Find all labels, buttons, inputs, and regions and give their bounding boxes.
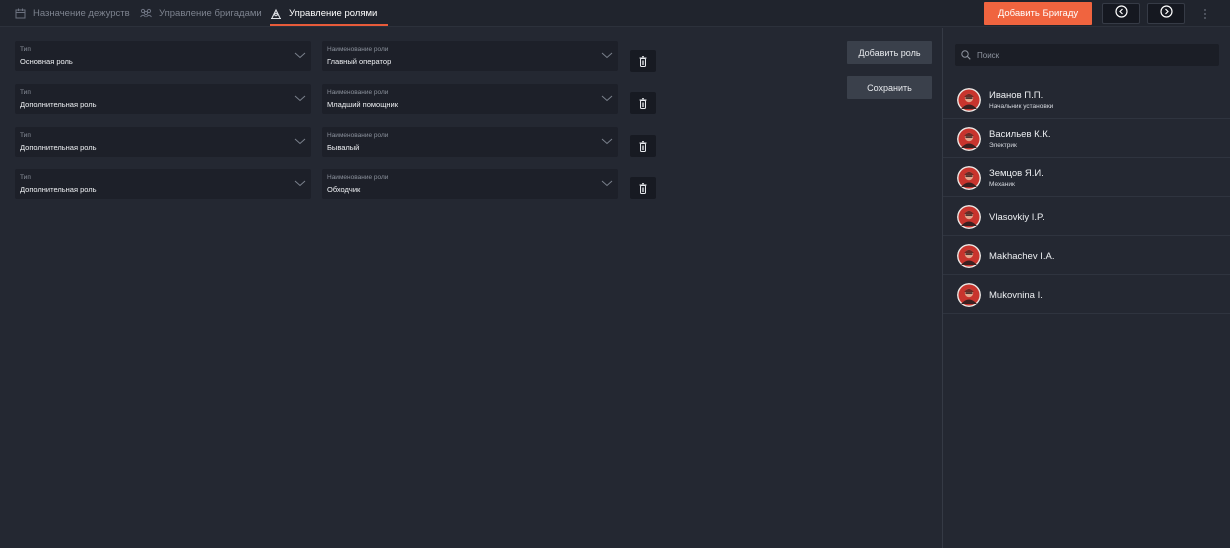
roles-icon [270,8,282,20]
trash-icon [639,55,647,67]
person-list-item[interactable]: Vlasovkiy I.P. [943,198,1230,236]
avatar [957,127,981,151]
active-tab-indicator [270,24,388,26]
delete-role-button[interactable] [630,50,656,72]
search-icon [961,50,971,60]
trash-icon [639,97,647,109]
field-value: Обходчик [327,185,361,194]
next-button[interactable] [1147,3,1185,24]
avatar [957,283,981,307]
field-label: Наименование роли [327,174,389,181]
field-label: Наименование роли [327,89,389,96]
chevron-down-icon [294,180,306,187]
chevron-left-icon [1114,4,1128,23]
person-list-item[interactable]: Земцов Я.И. Механик [943,159,1230,197]
person-position: Электрик [989,142,1017,149]
tab-brigade-management[interactable]: Управление бригадами [140,0,262,27]
field-value: Бывалый [327,143,360,152]
person-name: Васильев К.К. [989,129,1051,140]
field-value: Дополнительная роль [20,100,97,109]
tab-label: Управление бригадами [159,8,262,19]
field-value: Младший помощник [327,100,398,109]
avatar [957,205,981,229]
add-brigade-button[interactable]: Добавить Бригаду [984,2,1092,25]
field-value: Дополнительная роль [20,185,97,194]
person-position: Начальник установки [989,103,1054,110]
save-button[interactable]: Сохранить [847,76,932,99]
delete-role-button[interactable] [630,135,656,157]
person-name: Иванов П.П. [989,90,1044,101]
avatar [957,166,981,190]
chevron-down-icon [601,138,613,145]
field-label: Наименование роли [327,132,389,139]
more-vertical-icon[interactable] [1201,7,1209,21]
person-list-item[interactable]: Makhachev I.A. [943,237,1230,275]
role-name-select[interactable]: Наименование роли Бывалый [322,127,618,157]
delete-role-button[interactable] [630,92,656,114]
chevron-down-icon [294,52,306,59]
field-label: Тип [20,89,31,96]
team-icon [140,8,152,20]
field-label: Тип [20,132,31,139]
chevron-down-icon [294,138,306,145]
field-value: Основная роль [20,57,73,66]
tab-label: Управление ролями [289,8,378,19]
tab-duty-assignment[interactable]: Назначение дежурств [14,0,130,27]
tab-role-management[interactable]: Управление ролями [270,0,377,27]
field-label: Тип [20,46,31,53]
calendar-icon [14,8,26,20]
role-type-select[interactable]: Тип Основная роль [15,41,311,71]
search-box[interactable] [955,44,1219,66]
avatar [957,88,981,112]
field-value: Главный оператор [327,57,392,66]
person-name: Mukovnina I. [989,290,1043,301]
trash-icon [639,140,647,152]
top-bar: Назначение дежурств Управление бригадами… [0,0,1230,27]
chevron-down-icon [601,95,613,102]
role-name-select[interactable]: Наименование роли Главный оператор [322,41,618,71]
role-name-select[interactable]: Наименование роли Младший помощник [322,84,618,114]
role-name-select[interactable]: Наименование роли Обходчик [322,169,618,199]
chevron-down-icon [601,180,613,187]
people-panel: Иванов П.П. Начальник установки Васильев… [942,28,1230,548]
chevron-down-icon [601,52,613,59]
person-list-item[interactable]: Васильев К.К. Электрик [943,120,1230,158]
role-type-select[interactable]: Тип Дополнительная роль [15,127,311,157]
person-list-item[interactable]: Mukovnina I. [943,276,1230,314]
person-name: Makhachev I.A. [989,251,1055,262]
person-name: Vlasovkiy I.P. [989,212,1045,223]
person-name: Земцов Я.И. [989,168,1044,179]
role-type-select[interactable]: Тип Дополнительная роль [15,169,311,199]
avatar [957,244,981,268]
chevron-right-icon [1159,4,1173,23]
tab-label: Назначение дежурств [33,8,130,19]
field-value: Дополнительная роль [20,143,97,152]
search-input[interactable] [977,50,1207,60]
person-position: Механик [989,181,1015,188]
trash-icon [639,182,647,194]
field-label: Тип [20,174,31,181]
add-role-button[interactable]: Добавить роль [847,41,932,64]
prev-button[interactable] [1102,3,1140,24]
chevron-down-icon [294,95,306,102]
role-type-select[interactable]: Тип Дополнительная роль [15,84,311,114]
person-list-item[interactable]: Иванов П.П. Начальник установки [943,81,1230,119]
delete-role-button[interactable] [630,177,656,199]
field-label: Наименование роли [327,46,389,53]
